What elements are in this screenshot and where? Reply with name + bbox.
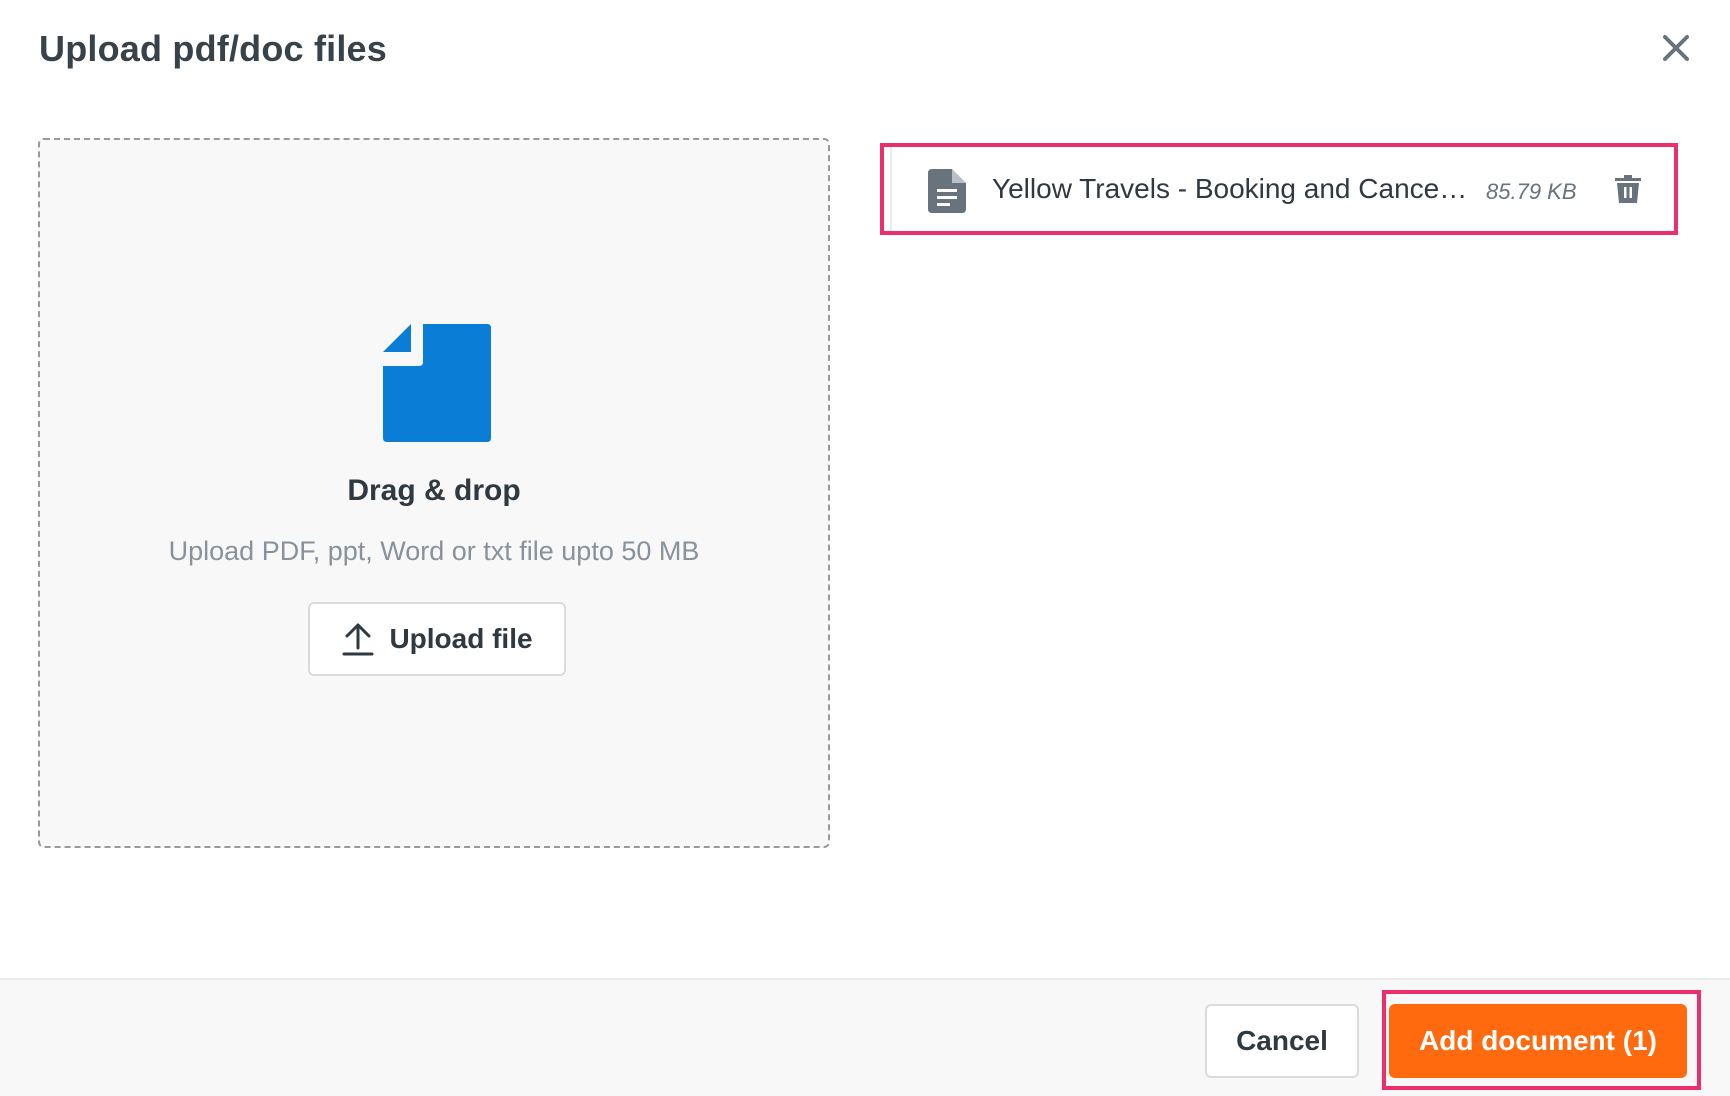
drag-drop-title: Drag & drop: [347, 474, 521, 507]
upload-dialog: Upload pdf/doc files Drag & drop Upload …: [0, 0, 1730, 1096]
dialog-footer: Cancel Add document (1): [0, 978, 1730, 1096]
cancel-button[interactable]: Cancel: [1205, 1004, 1359, 1078]
close-button[interactable]: [1652, 24, 1700, 72]
file-size: 85.79 KB: [1486, 179, 1577, 204]
dropzone[interactable]: Drag & drop Upload PDF, ppt, Word or txt…: [38, 138, 830, 848]
upload-hint: Upload PDF, ppt, Word or txt file upto 5…: [168, 536, 700, 566]
delete-file-button[interactable]: [1606, 167, 1650, 211]
document-icon: [383, 324, 491, 442]
trash-icon: [1615, 175, 1641, 203]
upload-file-button[interactable]: Upload file: [308, 602, 566, 676]
file-document-icon: [928, 169, 966, 213]
add-document-button[interactable]: Add document (1): [1389, 1004, 1687, 1078]
close-icon: [1663, 35, 1689, 61]
file-list-item: Yellow Travels - Booking and Cancellatio…: [880, 143, 1678, 235]
file-name: Yellow Travels - Booking and Cancellatio…: [992, 173, 1472, 204]
upload-icon: [342, 623, 374, 656]
dialog-title: Upload pdf/doc files: [39, 28, 388, 69]
file-list-item-content: Yellow Travels - Booking and Cancellatio…: [890, 147, 1674, 231]
upload-file-label: Upload file: [389, 623, 533, 654]
